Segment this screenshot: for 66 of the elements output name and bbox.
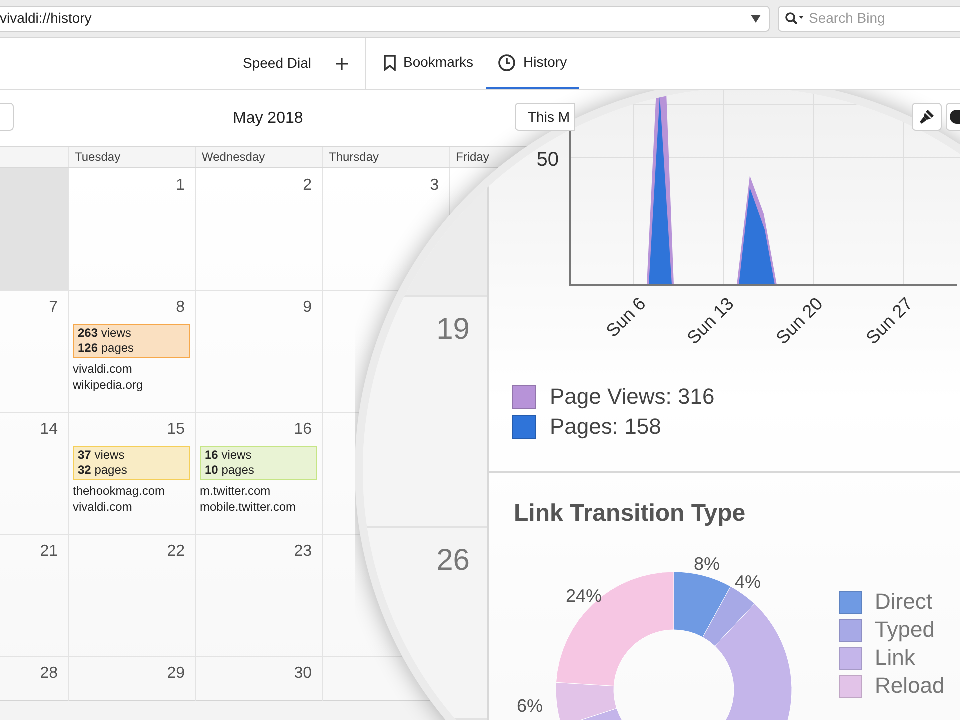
address-field[interactable]: vivaldi://history bbox=[0, 6, 770, 32]
pages-count: 126 pages bbox=[78, 341, 136, 356]
site-link[interactable]: vivaldi.com bbox=[73, 361, 132, 377]
legend-label: Typed bbox=[875, 618, 935, 642]
day-number: 21 bbox=[40, 542, 59, 562]
speed-dial-tab[interactable]: Speed Dial bbox=[233, 38, 322, 89]
clock-icon bbox=[498, 54, 516, 72]
dropdown-caret-icon[interactable] bbox=[751, 14, 761, 22]
site-link[interactable]: mobile.twitter.com bbox=[200, 499, 296, 515]
day-number: 15 bbox=[167, 420, 186, 440]
pages-count: 10 pages bbox=[205, 463, 256, 478]
circle-button[interactable] bbox=[946, 103, 960, 131]
day-number: 30 bbox=[294, 664, 313, 684]
pages-count: 32 pages bbox=[78, 463, 128, 478]
visit-summary[interactable]: 263 views 126 pages bbox=[73, 324, 190, 358]
day-number: 29 bbox=[167, 664, 186, 684]
day-number: 3 bbox=[430, 176, 440, 196]
panel-tab[interactable]: Bookmarks bbox=[372, 38, 486, 89]
panel-tab[interactable]: History bbox=[486, 38, 580, 89]
site-link[interactable]: vivaldi.com bbox=[73, 499, 132, 515]
percent-label: 4% bbox=[735, 572, 761, 592]
search-field[interactable]: Search Bing bbox=[778, 6, 960, 32]
day-number: 14 bbox=[40, 420, 59, 440]
month-title: May 2018 bbox=[233, 109, 304, 129]
visit-summary[interactable]: 16 views 10 pages bbox=[200, 446, 317, 480]
day-number: 7 bbox=[49, 298, 59, 318]
day-number: 22 bbox=[167, 542, 186, 562]
visit-summary[interactable]: 37 views 32 pages bbox=[73, 446, 190, 480]
site-link[interactable]: m.twitter.com bbox=[200, 483, 271, 499]
legend-label: Direct bbox=[875, 590, 932, 614]
weekday-label: Wednesday bbox=[195, 147, 322, 167]
day-number: 2 bbox=[303, 176, 313, 196]
search-icon[interactable] bbox=[785, 12, 805, 26]
day-number: 8 bbox=[176, 298, 186, 318]
day-number: 9 bbox=[303, 298, 313, 318]
percent-label: 8% bbox=[694, 554, 720, 574]
brush-icon bbox=[919, 109, 935, 125]
section-heading: Link Transition Type bbox=[514, 499, 746, 529]
day-number: 28 bbox=[40, 664, 59, 684]
views-count: 37 views bbox=[78, 448, 126, 463]
views-count: 16 views bbox=[205, 448, 253, 463]
x-tick-label: Sun 13 bbox=[683, 294, 738, 348]
search-input[interactable]: Search Bing bbox=[809, 8, 949, 29]
legend-label: Reload bbox=[875, 674, 945, 698]
url-text: vivaldi://history bbox=[0, 9, 92, 28]
site-link[interactable]: thehookmag.com bbox=[73, 483, 166, 499]
legend-label: Page Views: 316 bbox=[550, 385, 715, 409]
x-tick-label: Sun 20 bbox=[772, 294, 827, 348]
brush-button[interactable] bbox=[912, 103, 942, 131]
weekday-label: Tuesday bbox=[68, 147, 195, 167]
bookmark-icon bbox=[384, 54, 396, 70]
day-number: 19 bbox=[436, 312, 471, 348]
x-tick-label: Sun 27 bbox=[862, 294, 917, 348]
day-number: 26 bbox=[436, 543, 471, 578]
percent-label: 24% bbox=[566, 586, 602, 606]
legend-label: Pages: 158 bbox=[550, 415, 662, 439]
plus-icon bbox=[336, 58, 348, 70]
x-tick-label: Sun 6 bbox=[602, 294, 650, 342]
day-number: 23 bbox=[294, 542, 313, 562]
site-link[interactable]: wikipedia.org bbox=[73, 377, 144, 393]
day-number: 16 bbox=[294, 420, 313, 440]
range-button[interactable]: This M bbox=[515, 103, 575, 131]
legend-label: Link bbox=[875, 646, 916, 670]
percent-label: 6% bbox=[517, 696, 543, 716]
day-number: 1 bbox=[176, 176, 186, 196]
views-count: 263 views bbox=[78, 326, 132, 341]
